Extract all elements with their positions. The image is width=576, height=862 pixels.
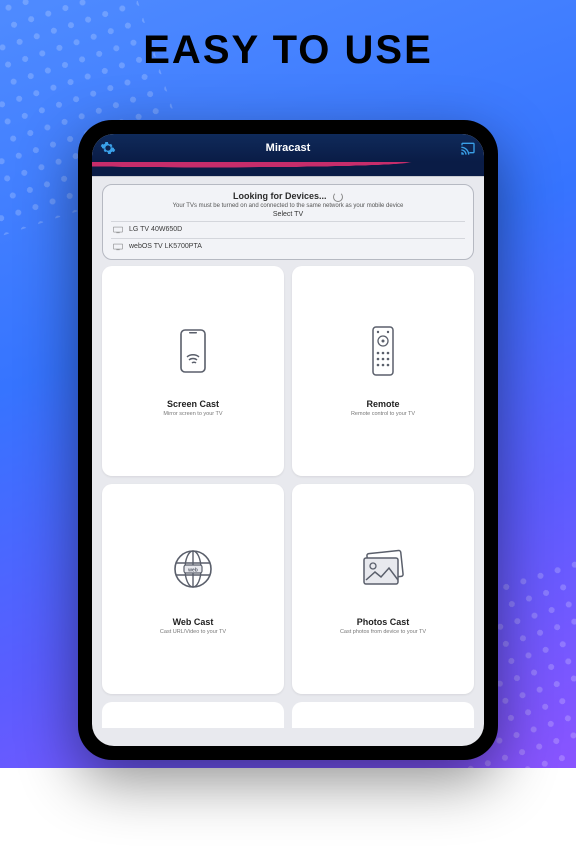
remote-card[interactable]: Remote Remote control to your TV xyxy=(292,266,474,476)
svg-text:web: web xyxy=(187,567,198,573)
device-name: LG TV 40W650D xyxy=(129,226,182,233)
card-title: Screen Cast xyxy=(167,399,219,409)
looking-label: Looking for Devices... xyxy=(233,191,327,201)
content-area: Looking for Devices... Your TVs must be … xyxy=(92,176,484,746)
remote-icon xyxy=(372,325,394,377)
tablet-frame: Miracast Looking for Devices... Your TVs… xyxy=(78,120,498,760)
tv-icon xyxy=(113,226,123,234)
tablet-screen: Miracast Looking for Devices... Your TVs… xyxy=(92,134,484,746)
card-subtitle: Mirror screen to your TV xyxy=(163,411,222,417)
device-row[interactable]: LG TV 40W650D xyxy=(111,221,465,238)
partial-card[interactable] xyxy=(102,702,284,728)
card-title: Photos Cast xyxy=(357,617,410,627)
app-title: Miracast xyxy=(92,142,484,154)
screen-cast-card[interactable]: Screen Cast Mirror screen to your TV xyxy=(102,266,284,476)
app-bar: Miracast xyxy=(92,134,484,162)
looking-heading: Looking for Devices... xyxy=(111,191,465,202)
photos-icon xyxy=(358,543,408,595)
globe-icon: web xyxy=(170,543,216,595)
promo-headline: EASY TO USE xyxy=(0,28,576,73)
select-tv-label: Select TV xyxy=(111,211,465,218)
card-title: Web Cast xyxy=(173,617,214,627)
feature-grid: Screen Cast Mirror screen to your TV Rem… xyxy=(102,266,474,728)
card-subtitle: Remote control to your TV xyxy=(351,411,415,417)
network-hint: Your TVs must be turned on and connected… xyxy=(111,203,465,209)
card-subtitle: Cast photos from device to your TV xyxy=(340,629,426,635)
card-title: Remote xyxy=(366,399,399,409)
partial-card[interactable] xyxy=(292,702,474,728)
device-panel: Looking for Devices... Your TVs must be … xyxy=(102,184,474,260)
header-wave xyxy=(92,162,484,177)
device-name: webOS TV LK5700PTA xyxy=(129,243,202,250)
phone-mirror-icon xyxy=(180,325,206,377)
device-row[interactable]: webOS TV LK5700PTA xyxy=(111,238,465,255)
spinner-icon xyxy=(333,192,343,202)
web-cast-card[interactable]: web Web Cast Cast URL/Video to your TV xyxy=(102,484,284,694)
card-subtitle: Cast URL/Video to your TV xyxy=(160,629,226,635)
photos-cast-card[interactable]: Photos Cast Cast photos from device to y… xyxy=(292,484,474,694)
tv-icon xyxy=(113,243,123,251)
